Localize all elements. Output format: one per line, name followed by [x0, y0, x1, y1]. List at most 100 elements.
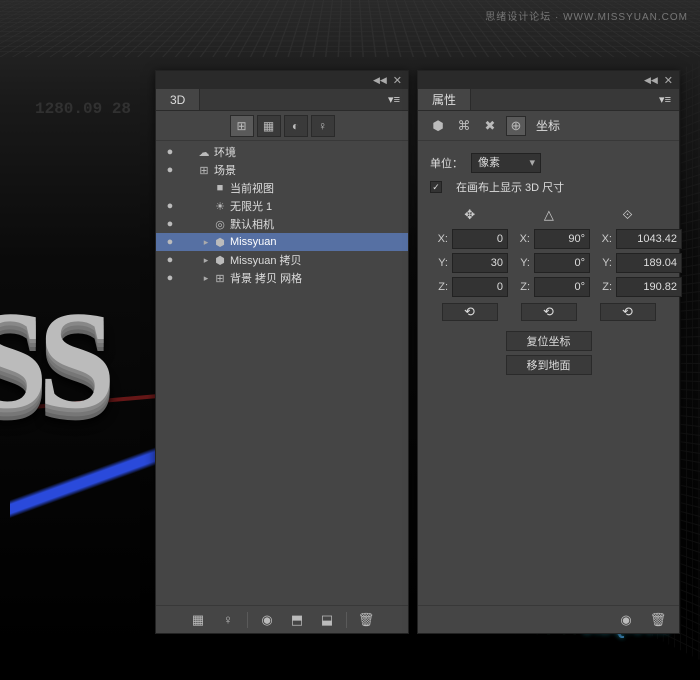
tree-item[interactable]: ●☀无限光 1: [156, 197, 408, 215]
collapse-icon[interactable]: ◀◀: [373, 75, 387, 86]
panel-prop-titlebar[interactable]: ◀◀ ✕: [418, 71, 679, 89]
item-label: 环境: [214, 144, 236, 160]
bg-date: 1280.09 28: [35, 100, 131, 118]
tree-item[interactable]: ● ▸⬢Missyuan 拷贝: [156, 251, 408, 269]
tab-3d[interactable]: 3D: [156, 89, 200, 110]
item-type-icon: ☁: [196, 146, 212, 159]
pos-y-input[interactable]: [452, 253, 508, 273]
reset-scale-button[interactable]: ⟲: [600, 303, 656, 321]
separator: [346, 612, 347, 628]
item-label: 背景 拷贝 网格: [230, 270, 302, 286]
visibility-icon[interactable]: ●: [156, 272, 184, 284]
collapse-icon[interactable]: ◀◀: [644, 75, 658, 86]
expander-icon[interactable]: ▸: [200, 273, 212, 284]
reset-pos-button[interactable]: ⟲: [442, 303, 498, 321]
reset-coords-button[interactable]: 复位坐标: [506, 331, 592, 351]
tree-item[interactable]: ●⊞场景: [156, 161, 408, 179]
pos-z-input[interactable]: [452, 277, 508, 297]
expander-icon[interactable]: ▸: [200, 237, 212, 248]
tree-item[interactable]: ● ☁环境: [156, 143, 408, 161]
property-mode-bar: ⬢ ⌘ ✖ ⊕ 坐标: [418, 111, 679, 141]
reset-row: ⟲ ⟲ ⟲: [430, 303, 667, 321]
unit-label: 单位：: [430, 155, 463, 171]
item-type-icon: ■: [212, 182, 228, 194]
rot-y-input[interactable]: [534, 253, 590, 273]
item-type-icon: ⬢: [212, 254, 228, 267]
panel-prop-tabs: 属性 ▾≡: [418, 89, 679, 111]
expander-icon[interactable]: ▸: [200, 255, 212, 266]
item-label: Missyuan: [230, 236, 276, 248]
visibility-icon[interactable]: ●: [156, 200, 184, 212]
tree-item[interactable]: ● ▸⬢Missyuan: [156, 233, 408, 251]
tree-item[interactable]: ● ▸⊞背景 拷贝 网格: [156, 269, 408, 287]
coord-header: ✥ △ ⟐: [430, 207, 667, 223]
trash-icon[interactable]: 🗑: [355, 610, 377, 630]
panel-menu-icon[interactable]: ▾≡: [651, 89, 679, 110]
visibility-icon[interactable]: ●: [156, 254, 184, 266]
mode-mesh-icon[interactable]: ⬢: [428, 116, 448, 136]
mode-cap-icon[interactable]: ✖: [480, 116, 500, 136]
watermark-top: 思绪设计论坛 · WWW.MISSYUAN.COM: [485, 8, 688, 23]
render-icon[interactable]: ◉: [615, 610, 637, 630]
trash-icon[interactable]: 🗑: [647, 610, 669, 630]
close-icon[interactable]: ✕: [664, 74, 673, 87]
close-icon[interactable]: ✕: [393, 74, 402, 87]
move-to-ground-button[interactable]: 移到地面: [506, 355, 592, 375]
3d-text: SS: [0, 280, 106, 441]
reset-rot-button[interactable]: ⟲: [521, 303, 577, 321]
scale-icon: ⟐: [622, 207, 632, 223]
visibility-icon[interactable]: ●: [156, 146, 184, 158]
mode-deform-icon[interactable]: ⌘: [454, 116, 474, 136]
filter-scene-icon[interactable]: ⊞: [230, 115, 254, 137]
visibility-icon[interactable]: ●: [156, 218, 184, 230]
scene-tree: ●☁环境●⊞场景■当前视图●☀无限光 1●◎默认相机●▸⬢Missyuan●▸⬢…: [156, 141, 408, 605]
z-label: Z:: [594, 281, 612, 293]
rot-z-input[interactable]: [534, 277, 590, 297]
tree-item[interactable]: ● ◎默认相机: [156, 215, 408, 233]
checkbox-label: 在画布上显示 3D 尺寸: [456, 179, 564, 195]
filter-light-icon[interactable]: ♀: [311, 115, 335, 137]
y-label: Y:: [512, 257, 530, 269]
layers-icon[interactable]: ▦: [187, 610, 209, 630]
x-label: X:: [594, 233, 612, 245]
panel-3d-tabs: 3D ▾≡: [156, 89, 408, 111]
panel-menu-icon[interactable]: ▾≡: [380, 89, 408, 110]
scale-y-input[interactable]: [616, 253, 682, 273]
visibility-icon[interactable]: ●: [156, 164, 184, 176]
item-type-icon: ◎: [212, 218, 228, 231]
filter-material-icon[interactable]: ◐: [284, 115, 308, 137]
item-label: 无限光 1: [230, 198, 272, 214]
rot-x-input[interactable]: [534, 229, 590, 249]
scale-x-input[interactable]: [616, 229, 682, 249]
mode-coords-icon[interactable]: ⊕: [506, 116, 526, 136]
z-label: Z:: [430, 281, 448, 293]
item-type-icon: ⊞: [212, 272, 228, 285]
pos-x-input[interactable]: [452, 229, 508, 249]
plane-icon[interactable]: ⬒: [286, 610, 308, 630]
item-label: 场景: [214, 162, 236, 178]
ground-icon[interactable]: ⬓: [316, 610, 338, 630]
visibility-icon[interactable]: ●: [156, 236, 184, 248]
y-label: Y:: [594, 257, 612, 269]
panel-properties: ◀◀ ✕ 属性 ▾≡ ⬢ ⌘ ✖ ⊕ 坐标 单位： 像素 ✓ 在画布上显示 3D…: [417, 70, 680, 634]
render-icon[interactable]: ◉: [256, 610, 278, 630]
lightbulb-icon[interactable]: ♀: [217, 610, 239, 630]
x-label: X:: [512, 233, 530, 245]
show-3d-size-checkbox[interactable]: ✓: [430, 181, 442, 193]
x-label: X:: [430, 233, 448, 245]
tree-item[interactable]: ■当前视图: [156, 179, 408, 197]
position-icon: ✥: [464, 207, 475, 223]
item-label: 当前视图: [230, 180, 274, 196]
panel-3d-titlebar[interactable]: ◀◀ ✕: [156, 71, 408, 89]
unit-select[interactable]: 像素: [471, 153, 541, 173]
item-label: Missyuan 拷贝: [230, 252, 302, 268]
y-label: Y:: [430, 257, 448, 269]
z-label: Z:: [512, 281, 530, 293]
tab-properties[interactable]: 属性: [418, 89, 471, 110]
filter-mesh-icon[interactable]: ▦: [257, 115, 281, 137]
item-type-icon: ⬢: [212, 236, 228, 249]
scale-z-input[interactable]: [616, 277, 682, 297]
mode-label: 坐标: [536, 117, 560, 134]
properties-body: 单位： 像素 ✓ 在画布上显示 3D 尺寸 ✥ △ ⟐ X: X: X: Y: …: [418, 141, 679, 605]
item-label: 默认相机: [230, 216, 274, 232]
